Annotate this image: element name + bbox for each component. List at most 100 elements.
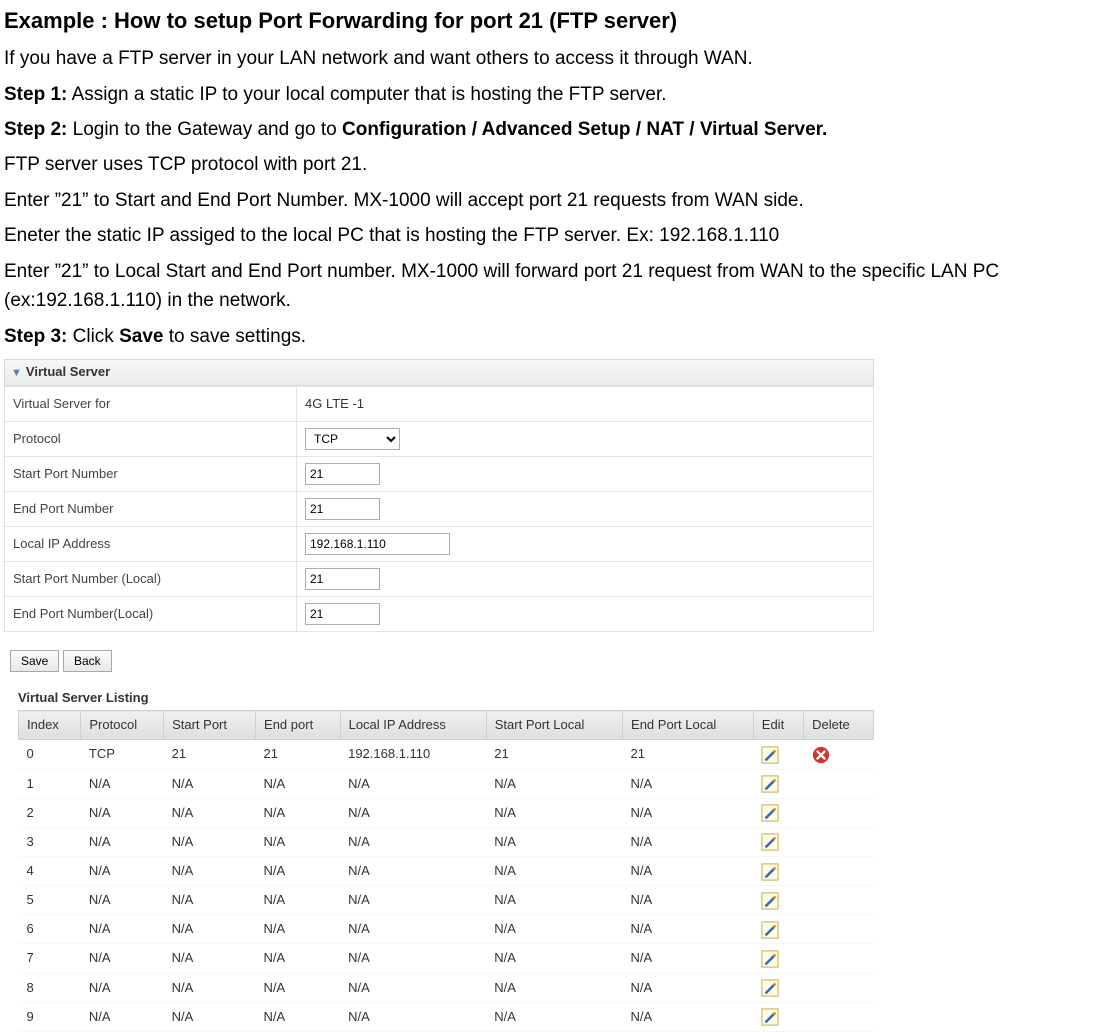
cell-end_port_local: N/A [623,857,754,886]
cell-edit [753,915,803,944]
cell-start_port: 21 [164,740,256,769]
edit-icon[interactable] [761,979,779,997]
cell-end_port: N/A [256,827,341,856]
table-row: 4N/AN/AN/AN/AN/AN/A [19,857,874,886]
doc-line: If you have a FTP server in your LAN net… [4,44,1111,73]
label-local-ip: Local IP Address [5,527,297,562]
edit-icon[interactable] [761,950,779,968]
label-protocol: Protocol [5,422,297,457]
edit-icon[interactable] [761,833,779,851]
cell-start_port_local: N/A [486,827,622,856]
cell-start_port_local: N/A [486,769,622,798]
col-index: Index [19,711,81,740]
cell-end_port: N/A [256,1002,341,1031]
cell-local_ip: N/A [340,827,486,856]
doc-text: Enter ”21” to Local Start and End Port n… [4,261,999,311]
doc-line: FTP server uses TCP protocol with port 2… [4,150,1111,179]
col-start-port: Start Port [164,711,256,740]
label-end-port: End Port Number [5,492,297,527]
cell-end_port_local: N/A [623,1002,754,1031]
cell-edit [753,857,803,886]
cell-start_port_local: N/A [486,973,622,1002]
cell-end_port_local: N/A [623,973,754,1002]
doc-text: to save settings. [163,326,306,347]
cell-start_port: N/A [164,798,256,827]
cell-start_port_local: N/A [486,1002,622,1031]
col-start-port-local: Start Port Local [486,711,622,740]
doc-text: Assign a static IP to your local compute… [67,84,666,105]
cell-end_port_local: N/A [623,798,754,827]
cell-end_port_local: N/A [623,769,754,798]
cell-protocol: TCP [81,740,164,769]
doc-line: Enter ”21” to Local Start and End Port n… [4,257,1111,316]
listing-title: Virtual Server Listing [18,688,874,708]
cell-start_port: N/A [164,944,256,973]
doc-text: Enter ”21” to Start and End Port Number.… [4,190,804,211]
value-virtual-server-for: 4G LTE -1 [305,396,364,411]
cell-edit [753,1002,803,1031]
cell-protocol: N/A [81,798,164,827]
end-port-local-input[interactable] [305,603,380,625]
edit-icon[interactable] [761,892,779,910]
table-row: 5N/AN/AN/AN/AN/AN/A [19,886,874,915]
cell-start_port_local: N/A [486,915,622,944]
virtual-server-panel: ▼Virtual Server Virtual Server for 4G LT… [4,359,874,1032]
cell-index: 8 [19,973,81,1002]
cell-end_port: N/A [256,915,341,944]
cell-protocol: N/A [81,769,164,798]
edit-icon[interactable] [761,1008,779,1026]
cell-end_port: N/A [256,973,341,1002]
delete-icon[interactable] [812,746,830,764]
cell-index: 7 [19,944,81,973]
cell-local_ip: N/A [340,1002,486,1031]
cell-end_port_local: N/A [623,827,754,856]
cell-edit [753,798,803,827]
table-row: 0TCP2121192.168.1.1102121 [19,740,874,769]
edit-icon[interactable] [761,804,779,822]
col-edit: Edit [753,711,803,740]
edit-icon[interactable] [761,746,779,764]
cell-index: 6 [19,915,81,944]
cell-local_ip: N/A [340,973,486,1002]
cell-start_port_local: N/A [486,857,622,886]
protocol-select[interactable]: TCP [305,428,400,450]
cell-local_ip: N/A [340,798,486,827]
table-row: 8N/AN/AN/AN/AN/AN/A [19,973,874,1002]
edit-icon[interactable] [761,775,779,793]
label-start-port: Start Port Number [5,457,297,492]
doc-body: If you have a FTP server in your LAN net… [4,44,1111,351]
col-protocol: Protocol [81,711,164,740]
start-port-input[interactable] [305,463,380,485]
cell-edit [753,827,803,856]
doc-line: Eneter the static IP assiged to the loca… [4,221,1111,250]
edit-icon[interactable] [761,863,779,881]
cell-local_ip: N/A [340,915,486,944]
cell-delete [804,798,874,827]
caret-down-icon: ▼ [11,367,22,379]
cell-start_port: N/A [164,886,256,915]
cell-local_ip: N/A [340,857,486,886]
cell-end_port: N/A [256,944,341,973]
back-button[interactable]: Back [63,650,112,672]
panel-title: ▼ Virtual Server [4,359,874,386]
cell-end_port: N/A [256,886,341,915]
cell-end_port: N/A [256,769,341,798]
cell-protocol: N/A [81,944,164,973]
doc-text: Login to the Gateway and go to [67,119,342,140]
edit-icon[interactable] [761,921,779,939]
local-ip-input[interactable] [305,533,450,555]
panel-title-text: Virtual Server [26,364,110,379]
save-button[interactable]: Save [10,650,59,672]
doc-text: Configuration / Advanced Setup / NAT / V… [342,119,827,140]
end-port-input[interactable] [305,498,380,520]
cell-start_port: N/A [164,1002,256,1031]
doc-text: Step 1: [4,84,67,105]
cell-start_port_local: N/A [486,944,622,973]
cell-edit [753,944,803,973]
table-row: 6N/AN/AN/AN/AN/AN/A [19,915,874,944]
cell-delete [804,973,874,1002]
cell-protocol: N/A [81,1002,164,1031]
cell-start_port: N/A [164,973,256,1002]
start-port-local-input[interactable] [305,568,380,590]
table-row: 9N/AN/AN/AN/AN/AN/A [19,1002,874,1031]
